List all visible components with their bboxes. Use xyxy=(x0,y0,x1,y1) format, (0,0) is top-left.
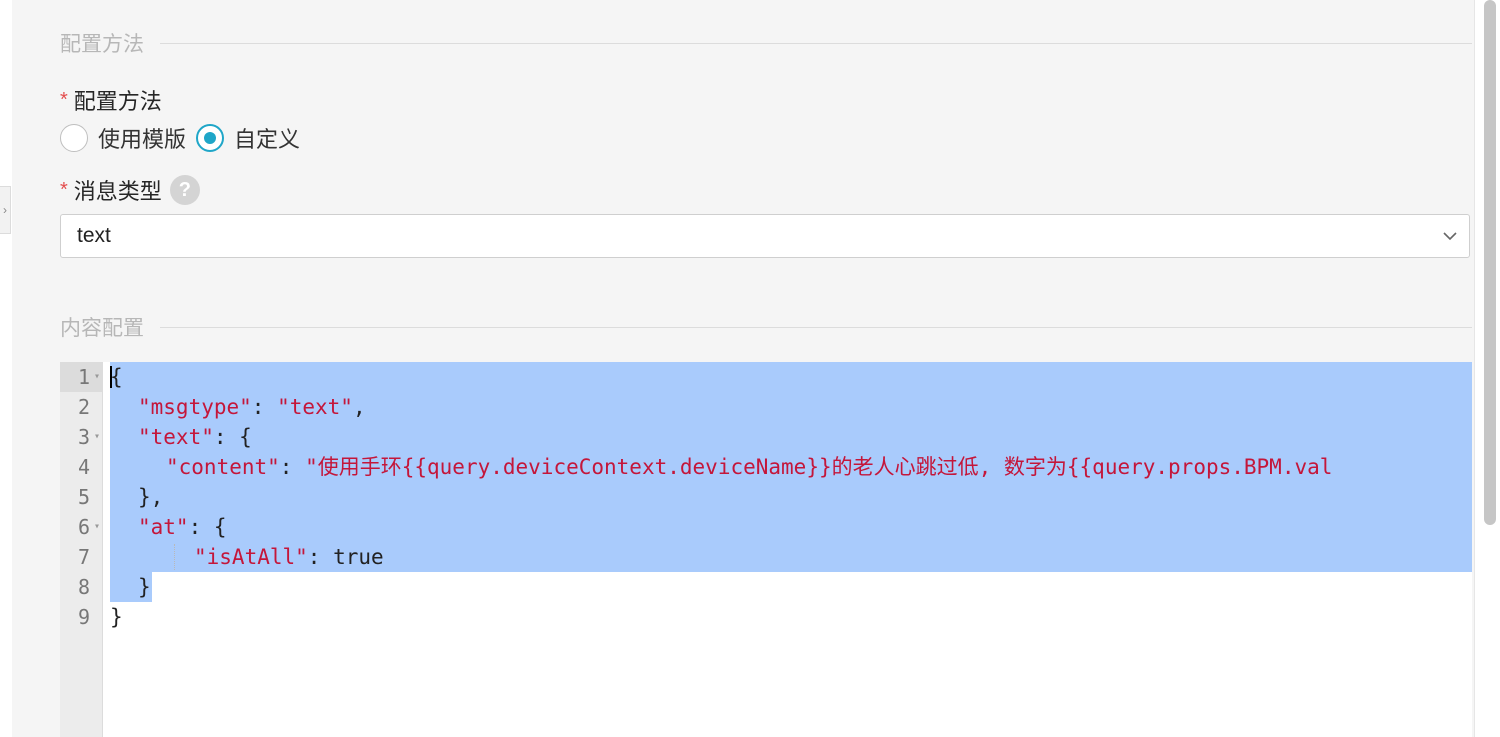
radio-custom[interactable]: 自定义 xyxy=(196,122,300,154)
form-panel: 配置方法 * 配置方法 使用模版 自定义 * 消息类型 ? text 内容配置 … xyxy=(12,0,1475,737)
line-number: 9 xyxy=(77,605,90,629)
line-number: 3 ▾ xyxy=(60,422,102,452)
code-line-2: "msgtype": "text", xyxy=(138,395,366,419)
message-type-select[interactable]: text xyxy=(60,214,1470,258)
config-method-label: * 配置方法 xyxy=(60,84,162,116)
line-number: 7 xyxy=(77,545,90,569)
line-number: 2 xyxy=(77,395,90,419)
select-value[interactable]: text xyxy=(77,224,111,248)
code-line-6: "at": { xyxy=(138,515,227,539)
line-number-gutter: 1 ▾ 2 3 ▾ 4 5 6 ▾ 7 8 9 xyxy=(60,362,103,737)
section-title: 配置方法 xyxy=(60,33,144,56)
text-cursor xyxy=(110,366,112,388)
radio-use-template[interactable]: 使用模版 xyxy=(60,122,186,154)
radio-circle-icon[interactable] xyxy=(60,124,88,152)
line-number: 8 xyxy=(77,575,90,599)
required-mark: * xyxy=(60,178,68,201)
chevron-down-icon[interactable] xyxy=(1441,227,1459,245)
section-title: 内容配置 xyxy=(60,317,144,340)
scrollbar-thumb[interactable] xyxy=(1484,0,1496,525)
code-line-9: } xyxy=(110,605,123,629)
line-number: 1 ▾ xyxy=(60,362,102,392)
radio-checked-icon[interactable] xyxy=(196,124,225,152)
radio-label[interactable]: 自定义 xyxy=(234,122,300,154)
line-number: 6 ▾ xyxy=(60,512,102,542)
code-line-3: "text": { xyxy=(138,425,252,449)
indent-guide xyxy=(174,544,176,570)
question-circle-icon[interactable]: ? xyxy=(169,175,200,205)
label-text: 配置方法 xyxy=(73,89,162,114)
fold-arrow-icon[interactable]: ▾ xyxy=(94,512,100,542)
code-area[interactable]: { "msgtype": "text", "text": { "content"… xyxy=(110,362,1472,737)
divider xyxy=(160,42,1472,44)
divider xyxy=(160,326,1472,328)
code-line-8: } xyxy=(138,575,151,599)
line-number: 5 xyxy=(77,485,90,509)
label-text: 消息类型 xyxy=(73,179,162,204)
section-config-method: 配置方法 xyxy=(60,28,1472,58)
required-mark: * xyxy=(60,88,68,111)
code-line-7: "isAtAll": true xyxy=(194,545,384,569)
vertical-scrollbar[interactable] xyxy=(1474,0,1500,737)
section-content-config: 内容配置 xyxy=(60,312,1472,342)
chevron-right-icon[interactable]: › xyxy=(0,186,11,234)
code-line-5: }, xyxy=(138,485,164,509)
fold-arrow-icon[interactable]: ▾ xyxy=(94,362,100,392)
code-editor[interactable]: 1 ▾ 2 3 ▾ 4 5 6 ▾ 7 8 9 { "msgtype": "text"… xyxy=(60,362,1472,737)
code-line-4: "content": "使用手环{{query.deviceContext.de… xyxy=(166,455,1333,479)
config-method-radio-group: 使用模版 自定义 xyxy=(60,122,310,154)
line-number: 4 xyxy=(77,455,90,479)
fold-arrow-icon[interactable]: ▾ xyxy=(94,422,100,452)
radio-label[interactable]: 使用模版 xyxy=(98,122,186,154)
message-type-label: * 消息类型 ? xyxy=(60,174,200,206)
